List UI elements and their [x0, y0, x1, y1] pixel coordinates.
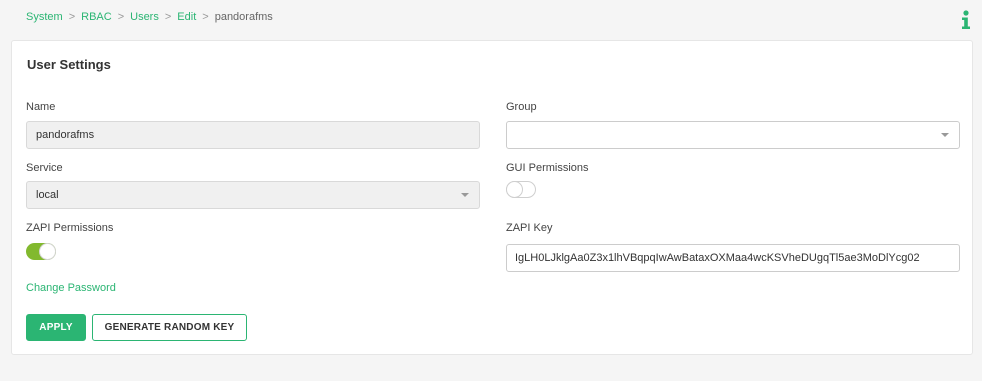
toggle-knob	[39, 243, 56, 260]
zapi-permissions-toggle[interactable]	[26, 243, 56, 260]
gui-permissions-label: GUI Permissions	[506, 162, 589, 174]
breadcrumb-separator: >	[117, 11, 125, 23]
breadcrumb-separator: >	[202, 11, 209, 23]
card-title: User Settings	[27, 57, 111, 72]
chevron-down-icon	[461, 193, 469, 197]
breadcrumb-current: pandorafms	[214, 11, 273, 23]
top-bar: System > RBAC > Users > Edit > pandorafm…	[0, 0, 982, 38]
breadcrumb-system[interactable]: System	[26, 11, 63, 23]
toggle-knob	[506, 181, 523, 198]
info-icon[interactable]	[960, 10, 972, 30]
group-label: Group	[506, 101, 537, 113]
change-password-link[interactable]: Change Password	[26, 282, 116, 294]
name-input[interactable]: pandorafms	[26, 121, 480, 149]
group-select[interactable]	[506, 121, 960, 149]
zapi-key-label: ZAPI Key	[506, 222, 553, 234]
breadcrumb-users[interactable]: Users	[130, 11, 159, 23]
service-label: Service	[26, 162, 63, 174]
chevron-down-icon	[941, 133, 949, 137]
gui-permissions-toggle[interactable]	[506, 181, 536, 198]
service-select[interactable]: local	[26, 181, 480, 209]
generate-random-key-button[interactable]: GENERATE RANDOM KEY	[92, 314, 247, 341]
user-settings-card: User Settings Name pandorafms Group Serv…	[11, 40, 973, 355]
breadcrumb-separator: >	[164, 11, 172, 23]
zapi-key-input[interactable]: IgLH0LJklgAa0Z3x1lhVBqpqIwAwBataxOXMaa4w…	[506, 244, 960, 272]
breadcrumb-edit[interactable]: Edit	[177, 11, 196, 23]
service-select-value: local	[36, 189, 59, 201]
name-label: Name	[26, 101, 56, 113]
breadcrumb-separator: >	[68, 11, 76, 23]
breadcrumb-rbac[interactable]: RBAC	[81, 11, 112, 23]
breadcrumb: System > RBAC > Users > Edit > pandorafm…	[26, 11, 273, 23]
zapi-permissions-label: ZAPI Permissions	[26, 222, 114, 234]
apply-button[interactable]: APPLY	[26, 314, 86, 341]
